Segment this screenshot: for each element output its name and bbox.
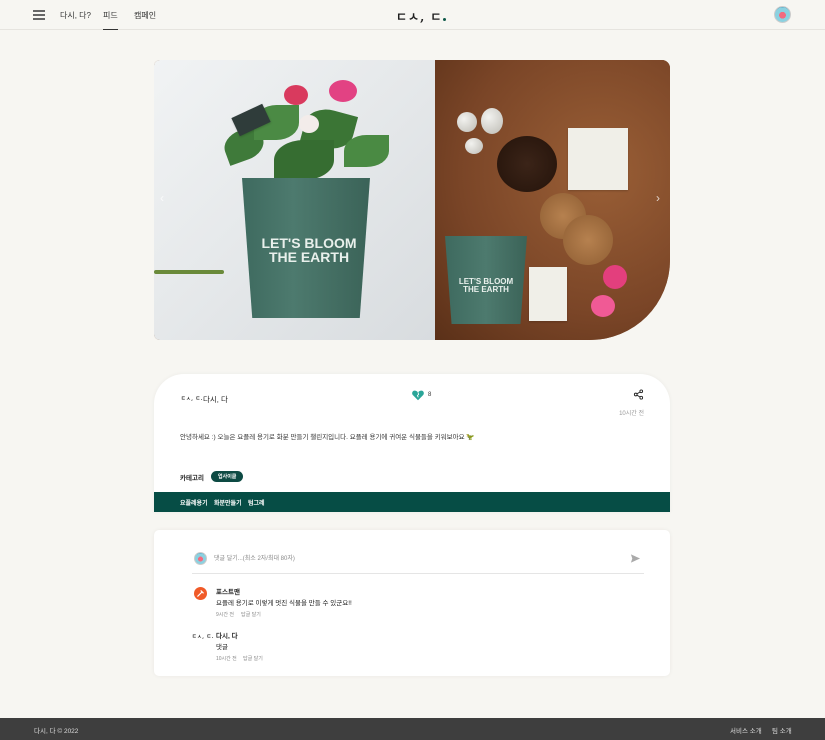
nav-item-dasi-da[interactable]: 다시, 다? <box>60 10 91 21</box>
footer: 다시, 다 © 2022 서비스 소개 팀 소개 <box>0 718 825 740</box>
image-carousel: LET'S BLOOM THE EARTH LET'S BLOOM THE EA… <box>154 60 670 340</box>
tag-item[interactable]: 요플레용기 <box>180 498 208 507</box>
category-label: 카테고리 <box>180 475 204 482</box>
commenter-logo: ㄷㅅ, ㄷ. <box>192 634 215 640</box>
nav-item-campaign[interactable]: 캠페인 <box>134 10 156 21</box>
green-pot: LET'S BLOOM THE EARTH <box>242 178 370 318</box>
share-icon[interactable] <box>633 389 644 400</box>
footer-link-team[interactable]: 팀 소개 <box>772 725 792 735</box>
commenter-avatar <box>194 587 207 600</box>
comment-author[interactable]: 포스트맨 <box>216 586 240 596</box>
user-avatar[interactable] <box>774 6 791 23</box>
pot-slogan: LET'S BLOOM THE EARTH <box>261 235 357 265</box>
reply-button[interactable]: 답글 달기 <box>243 655 263 662</box>
comment-time: 9시간 전 <box>216 612 234 618</box>
comment-time: 10시간 전 <box>216 656 237 662</box>
comments-card: 포스트맨 요플레 용기로 이렇게 멋진 식물을 만들 수 있군요!! 9시간 전… <box>154 530 670 676</box>
tag-item[interactable]: 화분만들기 <box>214 498 242 507</box>
comment-text: 댓글 <box>216 644 228 651</box>
comment-author[interactable]: 다시, 다 <box>216 630 238 640</box>
post-author[interactable]: 다시, 다 <box>203 394 228 405</box>
post-time: 10시간 전 <box>619 411 644 417</box>
footer-copyright: 다시, 다 © 2022 <box>34 728 79 735</box>
category-badge[interactable]: 업사이클 <box>211 471 244 482</box>
comment-divider <box>192 573 644 574</box>
carousel-photo-diy-kit: LET'S BLOOM THE EARTH <box>435 60 670 340</box>
like-count: 8 <box>428 392 432 398</box>
tag-bar: 요플레용기 화분만들기 텀그레 <box>154 492 670 512</box>
post-body: 안녕하세요 :) 오늘은 요플레 용기로 화분 만들기 챌린지입니다. 요플레 … <box>180 434 475 441</box>
comment-input[interactable] <box>214 551 609 566</box>
chevron-right-icon[interactable]: › <box>656 191 668 205</box>
nav-item-feed[interactable]: 피드 <box>103 10 118 30</box>
site-logo[interactable]: ㄷㅅ, ㄷ <box>396 8 447 25</box>
hamburger-menu-icon[interactable] <box>33 10 45 20</box>
plant-leaves <box>214 80 404 190</box>
chevron-left-icon[interactable]: ‹ <box>160 191 172 205</box>
carousel-photo-plant-pot: LET'S BLOOM THE EARTH <box>154 60 435 340</box>
author-logo: ㄷㅅ, ㄷ. <box>181 396 204 402</box>
heart-icon[interactable] <box>411 388 425 402</box>
green-pot-small: LET'S BLOOM THE EARTH <box>445 236 527 324</box>
post-card: ㄷㅅ, ㄷ. 다시, 다 8 10시간 전 안녕하세요 :) 오늘은 요플레 용… <box>154 374 670 512</box>
tag-item[interactable]: 텀그레 <box>248 498 265 507</box>
current-user-avatar <box>194 552 207 565</box>
footer-link-service[interactable]: 서비스 소개 <box>730 725 762 735</box>
reply-button[interactable]: 답글 달기 <box>241 611 261 618</box>
top-header: 다시, 다? 피드 캠페인 ㄷㅅ, ㄷ <box>0 0 825 30</box>
comment-text: 요플레 용기로 이렇게 멋진 식물을 만들 수 있군요!! <box>216 600 352 607</box>
send-icon[interactable] <box>630 553 641 564</box>
